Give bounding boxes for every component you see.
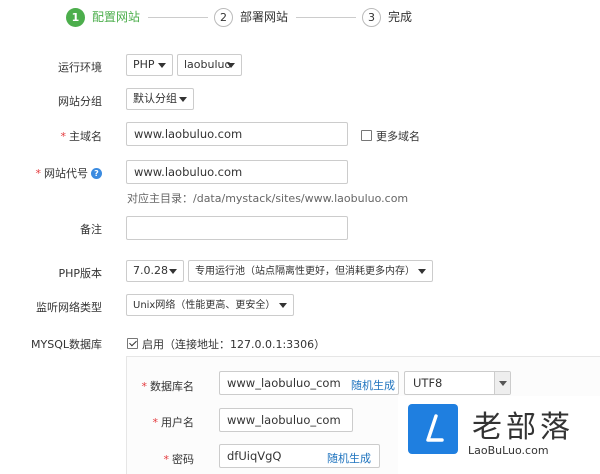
php-version-select[interactable]: 7.0.28	[126, 260, 184, 282]
domain-label-wrap: * 主域名	[0, 128, 103, 144]
remark-label: 备注	[80, 223, 102, 236]
required-mark: *	[35, 167, 42, 180]
env-profile-value: laobuluo	[184, 58, 232, 71]
random-pass-button[interactable]: 随机生成	[327, 450, 371, 466]
code-input[interactable]: www.laobuluo.com	[126, 160, 348, 184]
random-dbname-button[interactable]: 随机生成	[351, 377, 395, 393]
step-2-circle: 2	[214, 8, 233, 27]
required-mark: *	[163, 453, 170, 466]
step-3-circle: 3	[362, 8, 381, 27]
dbname-value: www_laobuluo_com	[227, 376, 341, 390]
remark-input[interactable]	[126, 216, 348, 240]
network-label: 监听网络类型	[36, 301, 102, 314]
env-profile-select[interactable]: laobuluo	[177, 54, 242, 76]
watermark-url: LaoBuLuo.com	[468, 444, 549, 457]
env-lang-value: PHP	[133, 58, 155, 71]
mysql-enable-checkbox[interactable]	[127, 338, 138, 349]
php-pool-value: 专用运行池（站点隔离性更好，但消耗更多内存）	[195, 266, 415, 277]
group-select[interactable]: 默认分组	[126, 88, 194, 110]
required-mark: *	[60, 130, 67, 143]
mysql-label: MYSQL数据库	[31, 338, 102, 351]
charset-select[interactable]: UTF8	[404, 371, 511, 395]
user-input[interactable]: www_laobuluo_com	[219, 408, 353, 432]
domain-input[interactable]: www.laobuluo.com	[126, 122, 348, 146]
domain-label: 主域名	[69, 130, 102, 143]
pass-label-wrap: * 密码	[74, 451, 195, 467]
network-value: Unix网络（性能更高、更安全）	[133, 300, 276, 311]
pen-stroke-icon	[426, 414, 444, 442]
chevron-down-icon	[418, 269, 426, 274]
group-label: 网站分组	[58, 95, 102, 108]
step-connector-1	[148, 17, 208, 18]
chevron-down-icon	[169, 269, 177, 274]
step-2-label: 部署网站	[240, 10, 289, 24]
code-label: 网站代号	[44, 167, 88, 180]
help-icon[interactable]: ?	[91, 168, 102, 179]
step-1-circle: 1	[66, 8, 85, 27]
group-value: 默认分组	[133, 92, 177, 105]
watermark-logo-icon	[408, 404, 458, 454]
dbname-label: 数据库名	[150, 380, 194, 393]
dbname-label-wrap: * 数据库名	[74, 378, 195, 394]
watermark-name: 老部落	[472, 410, 574, 445]
code-label-wrap: * 网站代号	[0, 165, 89, 181]
env-label: 运行环境	[58, 61, 102, 74]
user-label: 用户名	[161, 416, 194, 429]
root-dir-hint: 对应主目录：/data/mystack/sites/www.laobuluo.c…	[127, 192, 409, 205]
more-domains-label[interactable]: 更多域名	[376, 128, 420, 144]
user-label-wrap: * 用户名	[74, 414, 195, 430]
pass-value: dfUiqVgQ	[227, 449, 282, 463]
watermark: 老部落 LaoBuLuo.com	[398, 396, 600, 474]
step-1-label: 配置网站	[92, 10, 141, 24]
chevron-down-icon	[494, 372, 510, 394]
pass-label: 密码	[172, 453, 194, 466]
charset-value: UTF8	[413, 376, 443, 390]
network-select[interactable]: Unix网络（性能更高、更安全）	[126, 294, 294, 316]
chevron-down-icon	[158, 63, 166, 68]
chevron-down-icon	[179, 97, 187, 102]
php-pool-select[interactable]: 专用运行池（站点隔离性更好，但消耗更多内存）	[188, 260, 433, 282]
chevron-down-icon	[279, 303, 287, 308]
php-version-value: 7.0.28	[133, 264, 168, 277]
step-connector-2	[296, 17, 356, 18]
step-3-label: 完成	[388, 10, 413, 24]
chevron-down-icon	[227, 63, 235, 68]
env-lang-select[interactable]: PHP	[126, 54, 173, 76]
more-domains-checkbox[interactable]	[361, 130, 372, 141]
required-mark: *	[152, 416, 159, 429]
required-mark: *	[141, 380, 148, 393]
php-label: PHP版本	[58, 267, 102, 280]
mysql-enabled-label[interactable]: 启用（连接地址：127.0.0.1:3306）	[142, 336, 325, 352]
